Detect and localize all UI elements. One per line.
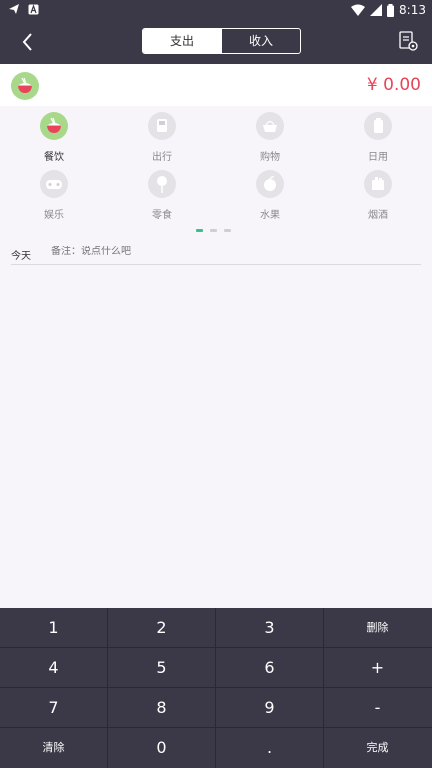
signal-icon	[370, 4, 383, 16]
a-icon	[28, 3, 39, 14]
note-row: 今天	[11, 242, 421, 265]
minus-button[interactable]: -	[324, 688, 431, 727]
clock: 8:13	[399, 3, 426, 17]
page-dot[interactable]	[224, 229, 231, 232]
gamepad-icon	[40, 170, 68, 198]
apple-icon	[256, 170, 284, 198]
chevron-left-icon[interactable]	[16, 30, 40, 54]
category-snacks[interactable]: 零食	[122, 170, 202, 221]
category-entertainment[interactable]: 娱乐	[14, 170, 94, 221]
type-switch: 支出 收入	[142, 28, 301, 54]
toolbar: 支出 收入	[0, 20, 432, 64]
lollipop-icon	[148, 170, 176, 198]
page-dot[interactable]	[196, 229, 203, 232]
keypad-divider	[215, 608, 216, 768]
plus-button[interactable]: +	[324, 648, 431, 687]
basket-icon	[256, 112, 284, 140]
category-shopping[interactable]: 购物	[230, 112, 310, 163]
key-1[interactable]: 1	[0, 608, 107, 647]
key-5[interactable]: 5	[108, 648, 215, 687]
delete-button[interactable]: 删除	[324, 608, 431, 647]
keypad-divider	[323, 608, 324, 768]
keypad-divider	[0, 647, 432, 648]
tissue-icon	[364, 112, 392, 140]
wifi-icon	[351, 4, 366, 16]
keypad-divider	[0, 687, 432, 688]
key-9[interactable]: 9	[216, 688, 323, 727]
category-label: 零食	[152, 210, 172, 221]
category-fruit[interactable]: 水果	[230, 170, 310, 221]
category-label: 娱乐	[44, 210, 64, 221]
keypad: 1 2 3 删除 4 5 6 + 7 8 9 - 清除 0 . 完成	[0, 608, 432, 768]
key-dot[interactable]: .	[216, 728, 323, 767]
key-6[interactable]: 6	[216, 648, 323, 687]
category-label: 餐饮	[44, 152, 64, 163]
category-daily[interactable]: 日用	[338, 112, 418, 163]
category-label: 购物	[260, 152, 280, 163]
key-7[interactable]: 7	[0, 688, 107, 727]
clear-button[interactable]: 清除	[0, 728, 107, 767]
date-button[interactable]: 今天	[11, 247, 31, 262]
key-8[interactable]: 8	[108, 688, 215, 727]
status-bar: 8:13	[0, 0, 432, 20]
bus-icon	[148, 112, 176, 140]
battery-icon	[387, 3, 395, 17]
key-2[interactable]: 2	[108, 608, 215, 647]
category-label: 出行	[152, 152, 172, 163]
telegram-icon	[9, 4, 19, 14]
page-indicator	[196, 229, 231, 232]
bowl-icon	[40, 112, 68, 140]
done-button[interactable]: 完成	[324, 728, 431, 767]
category-tobacco-alcohol[interactable]: 烟酒	[338, 170, 418, 221]
keypad-divider	[0, 727, 432, 728]
bill-settings-icon[interactable]	[397, 30, 419, 52]
category-label: 水果	[260, 210, 280, 221]
category-label: 日用	[368, 152, 388, 163]
tab-expense[interactable]: 支出	[143, 29, 221, 53]
category-dining[interactable]: 餐饮	[14, 112, 94, 163]
note-input[interactable]	[51, 246, 411, 257]
page-dot[interactable]	[210, 229, 217, 232]
tab-income[interactable]: 收入	[221, 29, 300, 53]
amount-value: ¥ 0.00	[366, 75, 421, 95]
bowl-icon	[11, 72, 39, 100]
key-4[interactable]: 4	[0, 648, 107, 687]
category-label: 烟酒	[368, 210, 388, 221]
cigarette-icon	[364, 170, 392, 198]
key-3[interactable]: 3	[216, 608, 323, 647]
amount-row: ¥ 0.00	[0, 64, 432, 106]
keypad-divider	[107, 608, 108, 768]
category-transport[interactable]: 出行	[122, 112, 202, 163]
key-0[interactable]: 0	[108, 728, 215, 767]
